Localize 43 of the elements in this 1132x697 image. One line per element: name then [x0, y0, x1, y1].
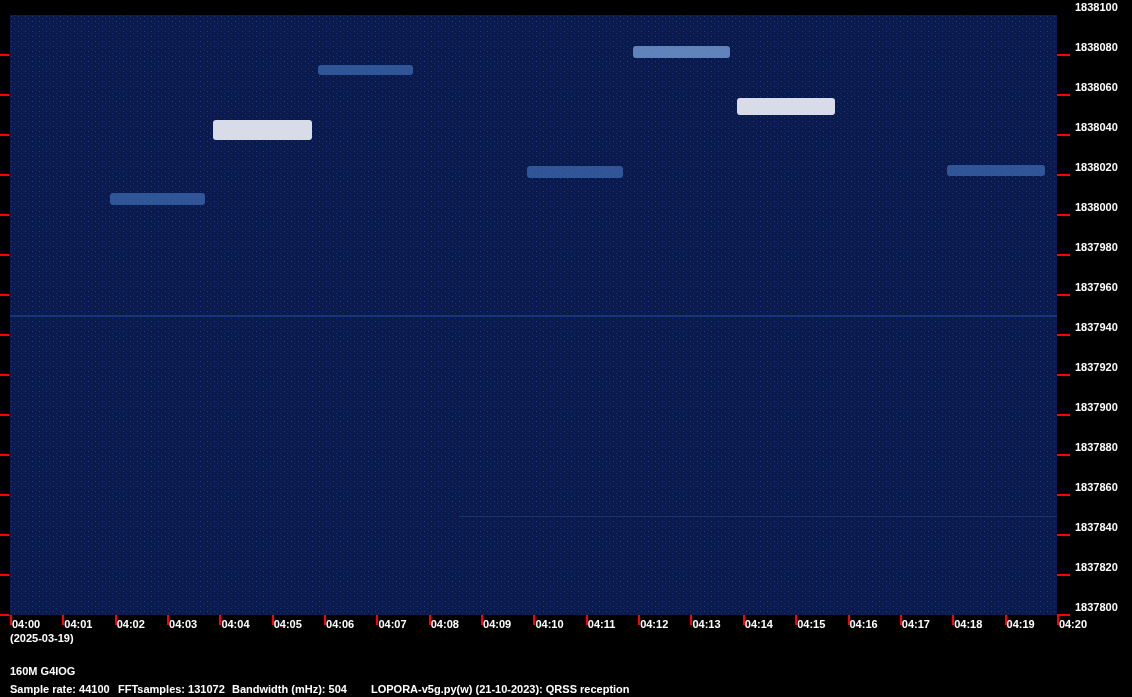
frequency-label: 1837800 [1075, 600, 1118, 614]
frequency-label: 1838060 [1075, 80, 1118, 94]
parameter-text: Bandwidth (mHz): 504 [232, 683, 347, 695]
station-label: 160M G4IOG [9, 664, 76, 678]
date-label: (2025-03-19) [9, 631, 74, 645]
frequency-label: 1837860 [1075, 480, 1118, 494]
time-label: 04:05 [273, 618, 302, 631]
time-label: 04:03 [169, 618, 198, 631]
time-label: 04:20 [1058, 618, 1087, 631]
frequency-label: 1837820 [1075, 560, 1118, 574]
frequency-label: 1837960 [1075, 280, 1118, 294]
time-label: 04:06 [326, 618, 355, 631]
frequency-label: 1838000 [1075, 200, 1118, 214]
parameter-text: Sample rate: 44100 [10, 683, 110, 695]
frequency-label: 1837840 [1075, 520, 1118, 534]
time-label: 04:17 [901, 618, 930, 631]
parameter-text: FFTsamples: 131072 [118, 683, 225, 695]
time-label: 04:16 [849, 618, 878, 631]
parameter-text: LOPORA-v5g.py(w) (21-10-2023): QRSS reception [371, 683, 630, 695]
time-label: 04:02 [116, 618, 145, 631]
time-label: 04:09 [483, 618, 512, 631]
frequency-label: 1837920 [1075, 360, 1118, 374]
frequency-label: 1838100 [1075, 0, 1118, 14]
frequency-label: 1837900 [1075, 400, 1118, 414]
frequency-label: 1837940 [1075, 320, 1118, 334]
frequency-label: 1838020 [1075, 160, 1118, 174]
frequency-label: 1838040 [1075, 120, 1118, 134]
time-label: 04:01 [64, 618, 93, 631]
frequency-label: 1837880 [1075, 440, 1118, 454]
time-label: 04:15 [797, 618, 826, 631]
time-label: 04:04 [221, 618, 250, 631]
time-label: 04:12 [640, 618, 669, 631]
time-label: 04:13 [692, 618, 721, 631]
time-label: 04:07 [378, 618, 407, 631]
time-label: 04:00 [12, 618, 41, 631]
time-label: 04:08 [430, 618, 459, 631]
frequency-label: 1837980 [1075, 240, 1118, 254]
time-label: 04:18 [954, 618, 983, 631]
time-label: 04:19 [1006, 618, 1035, 631]
time-label: 04:11 [587, 618, 616, 631]
frequency-label: 1838080 [1075, 40, 1118, 54]
time-label: 04:14 [744, 618, 773, 631]
time-label: 04:10 [535, 618, 564, 631]
